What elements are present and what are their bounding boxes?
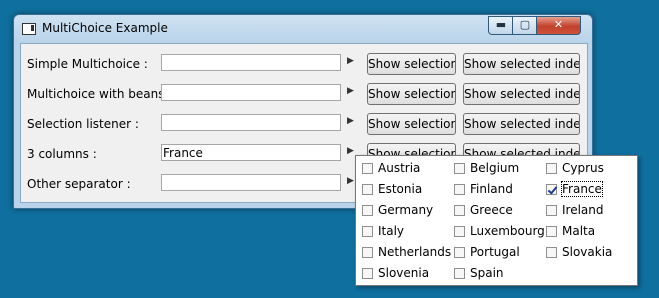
option-portugal[interactable]: Portugal: [454, 243, 520, 261]
checkbox[interactable]: [362, 162, 373, 174]
checkbox[interactable]: [454, 267, 465, 279]
checkbox[interactable]: [362, 246, 373, 258]
checkbox[interactable]: [454, 246, 465, 258]
checkbox[interactable]: [362, 225, 373, 237]
show-selection-button[interactable]: Show selection: [367, 83, 456, 105]
show-selection-button[interactable]: Show selection: [367, 53, 456, 75]
multichoice-field[interactable]: [161, 84, 341, 101]
option-austria[interactable]: Austria: [362, 159, 420, 177]
row-label: Other separator :: [27, 177, 131, 191]
option-italy[interactable]: Italy: [362, 222, 404, 240]
option-belgium[interactable]: Belgium: [454, 159, 519, 177]
checkbox[interactable]: [546, 204, 557, 216]
option-netherlands[interactable]: Netherlands: [362, 243, 451, 261]
option-spain[interactable]: Spain: [454, 264, 504, 282]
checkbox[interactable]: [362, 183, 373, 195]
option-malta[interactable]: Malta: [546, 222, 595, 240]
country-popup: Austria Belgium Cyprus Estonia Finland F…: [355, 155, 638, 286]
minimize-button[interactable]: ▬: [488, 16, 514, 35]
dropdown-arrow-icon[interactable]: ▶: [347, 116, 354, 126]
show-selected-index-button[interactable]: Show selected index: [463, 53, 580, 75]
option-cyprus[interactable]: Cyprus: [546, 159, 604, 177]
dropdown-arrow-icon[interactable]: ▶: [347, 146, 354, 156]
row-multichoice-beans: Multichoice with beans : ▶ Show selectio…: [21, 80, 587, 110]
option-ireland[interactable]: Ireland: [546, 201, 604, 219]
option-luxembourg[interactable]: Luxembourg: [454, 222, 545, 240]
checkbox[interactable]: [454, 162, 465, 174]
checkbox[interactable]: [546, 246, 557, 258]
row-simple-multichoice: Simple Multichoice : ▶ Show selection Sh…: [21, 50, 587, 80]
checkbox[interactable]: [454, 225, 465, 237]
app-window-icon: [22, 23, 36, 35]
show-selected-index-button[interactable]: Show selected index: [463, 83, 580, 105]
checkbox[interactable]: [546, 162, 557, 174]
show-selected-index-button[interactable]: Show selected index: [463, 113, 580, 135]
row-label: Multichoice with beans :: [27, 87, 173, 101]
multichoice-field[interactable]: France: [161, 144, 341, 161]
checkbox[interactable]: [362, 204, 373, 216]
row-label: Selection listener :: [27, 117, 139, 131]
option-slovenia[interactable]: Slovenia: [362, 264, 429, 282]
checkbox[interactable]: [454, 204, 465, 216]
checkbox[interactable]: [454, 183, 465, 195]
checkbox-checked[interactable]: [546, 183, 557, 195]
row-label: 3 columns :: [27, 147, 97, 161]
maximize-button[interactable]: ▢: [512, 16, 538, 35]
close-button[interactable]: ✕: [536, 16, 581, 35]
checkbox[interactable]: [362, 267, 373, 279]
option-france[interactable]: France: [546, 180, 603, 198]
dropdown-arrow-icon[interactable]: ▶: [347, 56, 354, 66]
row-label: Simple Multichoice :: [27, 57, 148, 71]
multichoice-field[interactable]: [161, 174, 341, 191]
multichoice-field[interactable]: [161, 114, 341, 131]
option-slovakia[interactable]: Slovakia: [546, 243, 612, 261]
option-greece[interactable]: Greece: [454, 201, 513, 219]
dropdown-arrow-icon[interactable]: ▶: [347, 86, 354, 96]
multichoice-field[interactable]: [161, 54, 341, 71]
show-selection-button[interactable]: Show selection: [367, 113, 456, 135]
option-finland[interactable]: Finland: [454, 180, 513, 198]
checkbox[interactable]: [546, 225, 557, 237]
option-estonia[interactable]: Estonia: [362, 180, 422, 198]
option-germany[interactable]: Germany: [362, 201, 433, 219]
row-selection-listener: Selection listener : ▶ Show selection Sh…: [21, 110, 587, 140]
title-bar[interactable]: MultiChoice Example ▬ ▢ ✕: [14, 15, 592, 43]
window-title: MultiChoice Example: [42, 21, 168, 35]
dropdown-arrow-icon[interactable]: ▶: [347, 176, 354, 186]
